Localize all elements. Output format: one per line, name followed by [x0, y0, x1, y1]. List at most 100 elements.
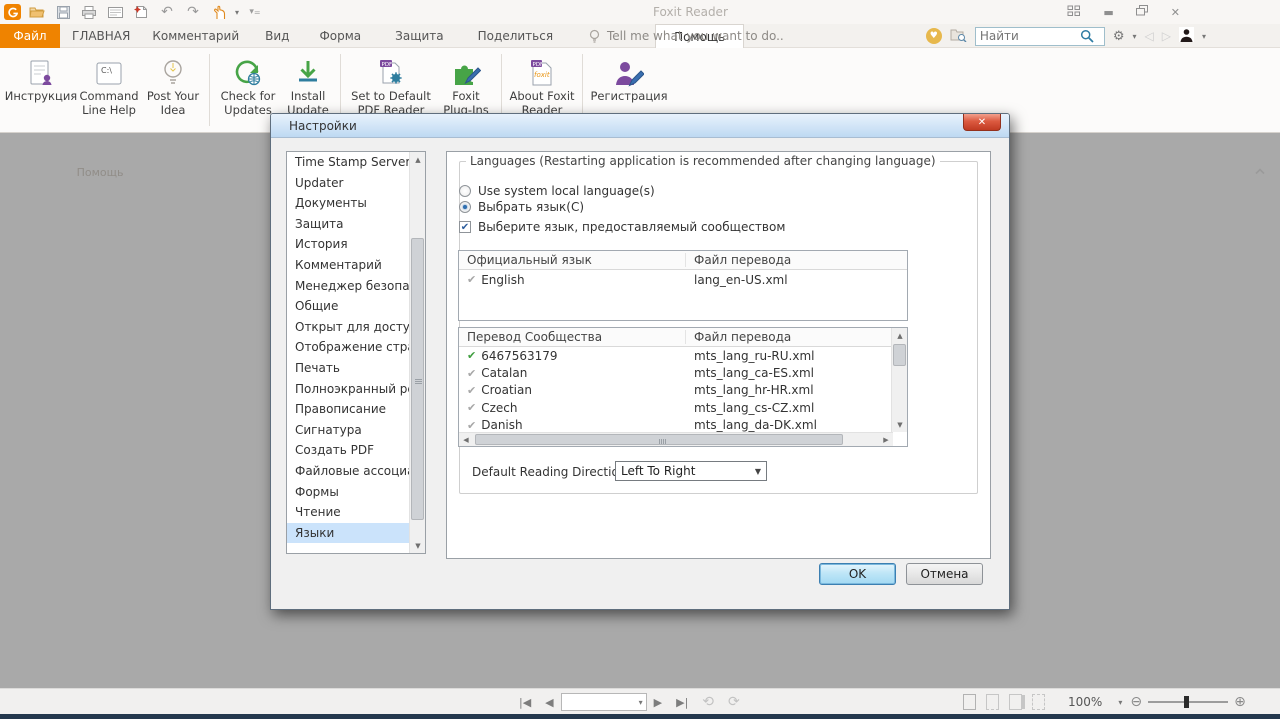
- search-folder-icon[interactable]: [950, 28, 967, 45]
- continuous-facing-view-icon[interactable]: [1032, 694, 1045, 710]
- page-number-box[interactable]: ▾: [561, 693, 647, 711]
- category-item[interactable]: Защита: [287, 214, 409, 235]
- single-page-view-icon[interactable]: [963, 694, 976, 710]
- category-item[interactable]: История: [287, 234, 409, 255]
- category-item[interactable]: Time Stamp Servers: [287, 152, 409, 173]
- zoom-level-value[interactable]: 100%: [1068, 695, 1102, 709]
- table-row[interactable]: ✔Catalan mts_lang_ca-ES.xml: [459, 364, 893, 381]
- next-page-icon[interactable]: ▶: [654, 696, 662, 709]
- scrollbar-thumb[interactable]: [475, 434, 843, 445]
- category-item[interactable]: Чтение: [287, 502, 409, 523]
- new-document-icon[interactable]: [131, 3, 151, 21]
- instruction-button[interactable]: Инструкция: [8, 52, 74, 104]
- zoom-in-icon[interactable]: ⊕: [1234, 694, 1246, 710]
- scroll-up-icon[interactable]: ▲: [892, 328, 908, 343]
- install-update-button[interactable]: Install Update: [283, 52, 333, 117]
- category-item-selected[interactable]: Языки: [287, 523, 409, 544]
- tab-share[interactable]: Поделиться: [472, 24, 559, 48]
- search-input[interactable]: [980, 29, 1080, 43]
- table-row[interactable]: ✔Czech mts_lang_cs-CZ.xml: [459, 399, 893, 416]
- checkbox-checked-icon[interactable]: ✔: [459, 221, 471, 233]
- radio-icon[interactable]: [459, 185, 471, 197]
- scrollbar-thumb[interactable]: [893, 344, 906, 366]
- category-item[interactable]: Updater: [287, 173, 409, 194]
- set-default-reader-button[interactable]: PDF Set to Default PDF Reader: [348, 52, 434, 117]
- tab-view[interactable]: Вид: [259, 24, 295, 48]
- command-line-help-button[interactable]: C:\ Command Line Help: [78, 52, 140, 117]
- scrollbar-thumb[interactable]: [411, 238, 424, 520]
- collapse-ribbon-icon[interactable]: [1254, 164, 1266, 178]
- category-item[interactable]: Документы: [287, 193, 409, 214]
- zoom-slider[interactable]: [1148, 701, 1228, 703]
- category-item[interactable]: Файловые ассоциации: [287, 461, 409, 482]
- community-table-vscrollbar[interactable]: ▲ ▼: [891, 328, 907, 432]
- category-item[interactable]: Сигнатура: [287, 420, 409, 441]
- about-foxit-button[interactable]: PDFfoxit About Foxit Reader: [509, 52, 575, 117]
- table-row[interactable]: ✔English lang_en-US.xml: [459, 270, 907, 289]
- restore-icon[interactable]: [1136, 5, 1149, 19]
- scroll-up-icon[interactable]: ▲: [410, 152, 426, 167]
- category-item[interactable]: Полноэкранный режим: [287, 379, 409, 400]
- radio-system-language[interactable]: Use system local language(s): [459, 184, 655, 198]
- search-icon[interactable]: [1080, 29, 1094, 43]
- last-page-icon[interactable]: ▶|: [676, 696, 688, 709]
- cancel-button[interactable]: Отмена: [906, 563, 983, 585]
- scroll-down-icon[interactable]: ▼: [410, 538, 426, 553]
- category-item[interactable]: Печать: [287, 358, 409, 379]
- customize-toolbar-icon[interactable]: ▾=: [245, 3, 265, 21]
- dialog-close-button[interactable]: ✕: [963, 114, 1001, 131]
- page-number-input[interactable]: [573, 695, 639, 710]
- category-item[interactable]: Общие: [287, 296, 409, 317]
- redo-icon[interactable]: ↷: [183, 3, 203, 21]
- previous-page-icon[interactable]: ◀: [545, 696, 553, 709]
- tab-protect[interactable]: Защита: [389, 24, 450, 48]
- category-item[interactable]: Формы: [287, 482, 409, 503]
- avatar-dropdown-icon[interactable]: ▾: [1202, 32, 1206, 41]
- scroll-down-icon[interactable]: ▼: [892, 417, 908, 432]
- zoom-dropdown-icon[interactable]: ▾: [1118, 698, 1122, 707]
- tell-me-box[interactable]: Tell me what you want to do..: [588, 24, 784, 48]
- check-for-updates-button[interactable]: Check for Updates: [217, 52, 279, 117]
- foxit-plugins-button[interactable]: Foxit Plug-Ins: [438, 52, 494, 117]
- category-item[interactable]: Комментарий: [287, 255, 409, 276]
- workspace-icon[interactable]: [1067, 5, 1081, 20]
- category-item[interactable]: Открыт для доступа: [287, 317, 409, 338]
- scroll-right-icon[interactable]: ▶: [879, 433, 893, 446]
- print-icon[interactable]: [79, 3, 99, 21]
- zoom-out-icon[interactable]: ⊖: [1130, 694, 1142, 710]
- settings-gear-icon[interactable]: ⚙: [1113, 29, 1125, 44]
- post-your-idea-button[interactable]: Post Your Idea: [144, 52, 202, 117]
- search-box[interactable]: [975, 27, 1105, 46]
- hand-tool-dropdown-icon[interactable]: ▾: [235, 8, 239, 17]
- category-list-scrollbar[interactable]: ▲ ▼: [409, 152, 425, 553]
- category-item[interactable]: Менеджер безопаснос: [287, 276, 409, 297]
- tab-home[interactable]: ГЛАВНАЯ: [66, 24, 136, 48]
- close-icon[interactable]: ✕: [1171, 6, 1180, 19]
- category-item[interactable]: Отображение страниц: [287, 337, 409, 358]
- tab-file[interactable]: Файл: [0, 24, 60, 48]
- back-icon[interactable]: ◁: [1145, 29, 1154, 43]
- undo-icon[interactable]: ↶: [157, 3, 177, 21]
- facing-view-icon[interactable]: [1009, 694, 1022, 710]
- hand-tool-icon[interactable]: [209, 3, 229, 21]
- feedback-heart-icon[interactable]: ♥: [926, 28, 942, 44]
- continuous-view-icon[interactable]: [986, 694, 999, 710]
- tab-comment[interactable]: Комментарий: [146, 24, 245, 48]
- radio-selected-icon[interactable]: [459, 201, 471, 213]
- first-page-icon[interactable]: |◀: [519, 696, 531, 709]
- minimize-icon[interactable]: ▬: [1103, 6, 1113, 19]
- table-row[interactable]: ✔Croatian mts_lang_hr-HR.xml: [459, 382, 893, 399]
- registration-button[interactable]: Регистрация: [590, 52, 668, 104]
- rotate-left-icon[interactable]: ⟲: [702, 694, 714, 710]
- ok-button[interactable]: OK: [819, 563, 896, 585]
- user-avatar-icon[interactable]: [1179, 27, 1194, 45]
- foxit-logo-icon[interactable]: [4, 4, 21, 20]
- rotate-right-icon[interactable]: ⟳: [728, 694, 740, 710]
- checkbox-community-language[interactable]: ✔ Выберите язык, предоставляемый сообщес…: [459, 220, 785, 234]
- forward-icon[interactable]: ▷: [1162, 29, 1171, 43]
- table-row[interactable]: ✔6467563179 mts_lang_ru-RU.xml: [459, 347, 893, 364]
- community-table-hscrollbar[interactable]: ◀ ▶: [459, 432, 893, 446]
- gear-dropdown-icon[interactable]: ▾: [1133, 32, 1137, 41]
- scroll-left-icon[interactable]: ◀: [459, 433, 473, 446]
- category-item[interactable]: Создать PDF: [287, 440, 409, 461]
